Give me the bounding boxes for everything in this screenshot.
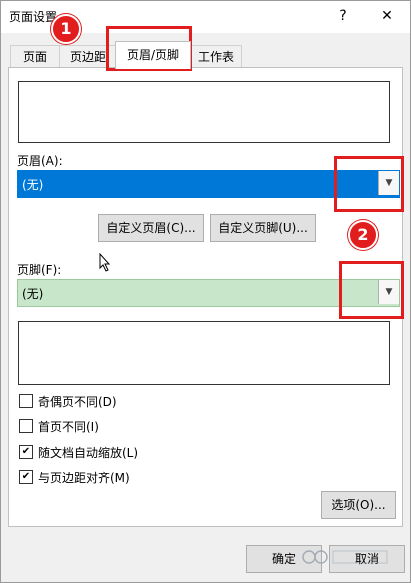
footer-preview <box>18 321 390 385</box>
options-button[interactable]: 选项(O)... <box>321 491 396 519</box>
header-preview <box>18 81 390 143</box>
custom-header-button[interactable]: 自定义页眉(C)... <box>98 214 204 242</box>
check-icon[interactable]: ✔ <box>19 470 33 484</box>
annotation-box-footer-dropdown <box>339 261 404 319</box>
mouse-cursor-icon <box>99 253 111 272</box>
checkbox-label: 奇偶页不同(D) <box>38 395 117 409</box>
checkbox-box[interactable] <box>19 394 33 408</box>
checkbox-label: 随文档自动缩放(L) <box>38 446 139 460</box>
tab-sheet[interactable]: 工作表 <box>190 45 242 68</box>
tab-page[interactable]: 页面 <box>10 45 60 68</box>
tab-header-footer[interactable]: 页眉/页脚 <box>115 41 191 69</box>
footer-label: 页脚(F): <box>17 263 62 277</box>
header-dropdown-value: (无) <box>22 178 44 192</box>
header-label: 页眉(A): <box>17 154 63 168</box>
close-button[interactable]: ✕ <box>375 5 399 27</box>
annotation-badge-1: 1 <box>51 14 81 44</box>
help-button[interactable]: ? <box>331 5 355 27</box>
footer-dropdown-value: (无) <box>22 287 44 301</box>
dialog-title: 页面设置 <box>9 10 58 24</box>
page-setup-dialog: 页面设置 ? ✕ 页面 页边距 页眉/页脚 工作表 页眉(A): (无) ▼ 自… <box>0 0 411 583</box>
watermark-logo-icon <box>302 550 388 564</box>
annotation-badge-2: 2 <box>348 220 378 250</box>
custom-footer-button[interactable]: 自定义页脚(U)... <box>210 214 316 242</box>
checkbox-label: 首页不同(I) <box>38 420 99 434</box>
check-icon[interactable]: ✔ <box>19 445 33 459</box>
checkbox-label: 与页边距对齐(M) <box>38 471 130 485</box>
checkbox-box[interactable] <box>19 419 33 433</box>
annotation-box-header-dropdown <box>334 156 404 212</box>
